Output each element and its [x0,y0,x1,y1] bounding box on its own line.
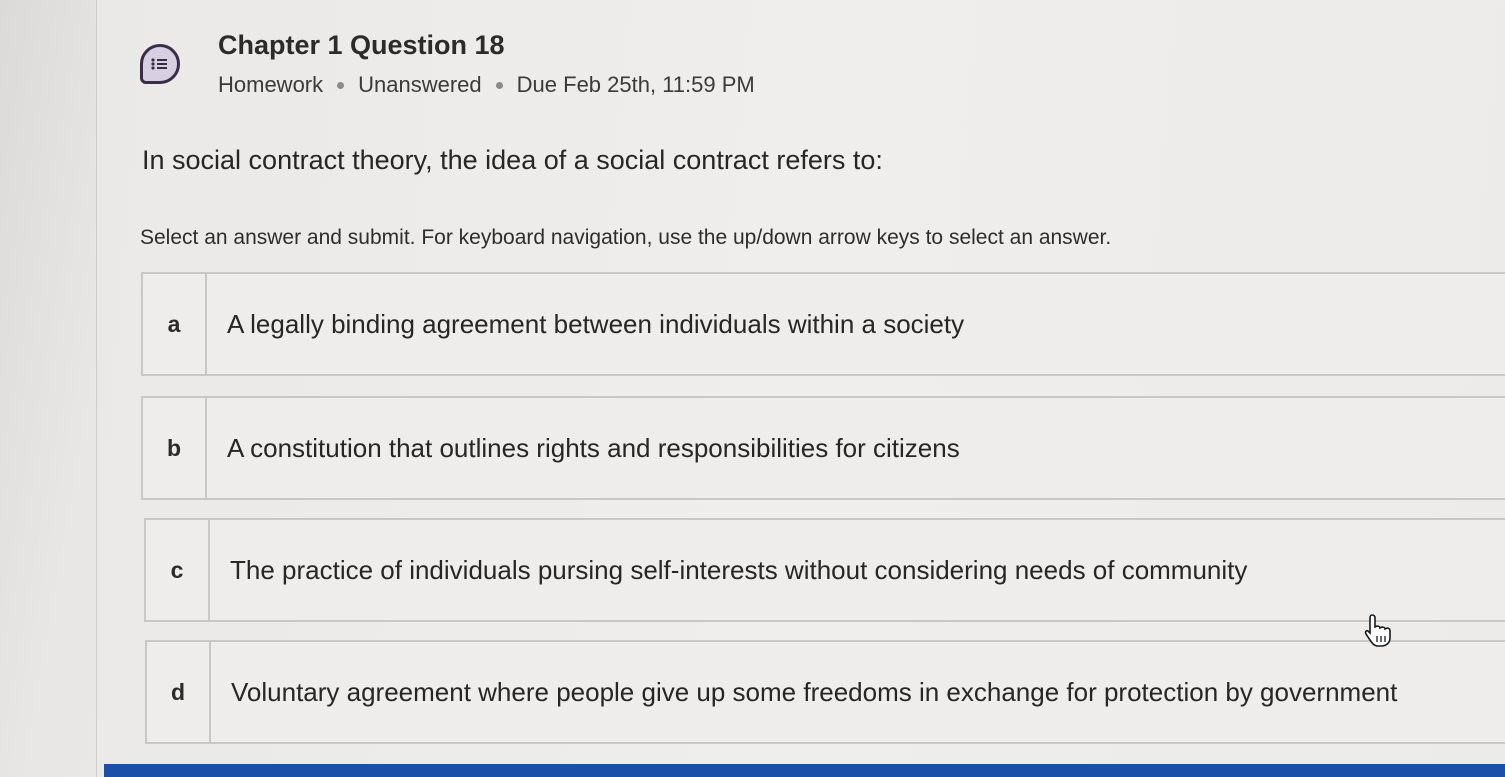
assignment-type: Homework [218,72,324,97]
answer-option-d[interactable]: d Voluntary agreement where people give … [145,640,1505,744]
hand-pointer-cursor-icon [1364,614,1391,647]
question-meta: Homework Unanswered Due Feb 25th, 11:59 … [218,72,755,98]
list-glyph-icon [151,58,167,70]
question-title: Chapter 1 Question 18 [218,30,505,60]
question-list-icon [140,44,180,84]
option-text: A legally binding agreement between indi… [227,308,965,339]
answer-status: Unanswered [358,72,482,97]
submit-bar [104,764,1505,777]
page: Chapter 1 Question 18 Homework Unanswere… [0,0,1505,777]
option-letter: a [143,274,207,374]
due-date: Due Feb 25th, 11:59 PM [516,72,755,97]
answer-option-a[interactable]: a A legally binding agreement between in… [141,272,1505,376]
option-text: The practice of individuals pursing self… [230,554,1248,585]
option-text: Voluntary agreement where people give up… [231,676,1398,707]
answer-instructions: Select an answer and submit. For keyboar… [140,226,1112,249]
answer-option-c[interactable]: c The practice of individuals pursing se… [144,518,1505,622]
option-text: A constitution that outlines rights and … [227,432,960,463]
answer-option-b[interactable]: b A constitution that outlines rights an… [141,396,1505,500]
separator-dot [337,81,345,89]
option-letter: b [143,398,207,498]
separator-dot [495,81,503,89]
question-prompt: In social contract theory, the idea of a… [142,145,883,175]
option-letter: d [147,642,211,742]
option-letter: c [146,520,210,620]
